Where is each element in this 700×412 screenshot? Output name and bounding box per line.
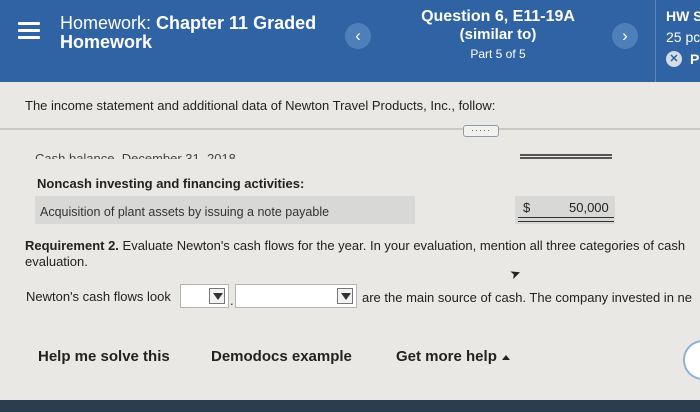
chevron-down-icon[interactable]	[209, 288, 225, 304]
intro-text: The income statement and additional data…	[25, 98, 496, 113]
cash-balance-line: Cash balance, December 31, 2018	[35, 151, 236, 159]
homework-score-label: HW S	[666, 8, 700, 24]
cash-source-select[interactable]	[235, 284, 357, 308]
homework-prefix: Homework:	[60, 13, 157, 33]
get-more-help-label: Get more help	[396, 348, 497, 365]
cash-flow-quality-select[interactable]	[180, 284, 229, 308]
question-part: Part 5 of 5	[470, 47, 526, 61]
previous-question-button[interactable]: ‹	[345, 23, 371, 49]
question-info: Question 6, E11-19A (similar to) Part 5 …	[398, 8, 598, 61]
help-me-solve-button[interactable]: Help me solve this	[38, 348, 170, 365]
chevron-down-icon[interactable]	[337, 288, 353, 304]
answer-separator: .	[230, 293, 234, 308]
answer-tail-text: are the main source of cash. The company…	[362, 290, 693, 305]
next-question-button[interactable]: ›	[612, 23, 638, 49]
question-title: Question 6, E11-19A	[421, 8, 575, 25]
status-icon: ✕	[666, 51, 682, 67]
question-subtitle: (similar to)	[459, 26, 537, 43]
caret-up-icon	[501, 354, 510, 360]
homework-points-label: 25 pc	[666, 29, 700, 45]
currency-symbol: $	[523, 200, 531, 215]
header-divider	[655, 0, 656, 82]
get-more-help-button[interactable]: Get more help	[396, 348, 510, 365]
requirement-body: Evaluate Newton's cash flows for the yea…	[25, 238, 686, 269]
noncash-heading: Noncash investing and financing activiti…	[37, 176, 305, 191]
top-header: Homework: Chapter 11 Graded Homework ‹ Q…	[0, 0, 700, 82]
check-answer-button[interactable]	[683, 340, 700, 380]
section-divider	[0, 128, 700, 130]
acquisition-label: Acquisition of plant assets by issuing a…	[40, 205, 330, 219]
expand-statement-button[interactable]: ·····	[463, 125, 499, 137]
demodocs-example-button[interactable]: Demodocs example	[211, 348, 352, 365]
total-double-rule	[520, 154, 612, 159]
status-letter: P	[690, 51, 700, 67]
requirement-label: Requirement 2.	[25, 238, 119, 253]
menu-icon[interactable]	[18, 22, 40, 40]
amount-double-rule	[518, 217, 614, 222]
answer-lead-text: Newton's cash flows look	[26, 289, 171, 304]
bottom-bar	[0, 400, 700, 412]
acquisition-amount: 50,000	[569, 200, 609, 215]
homework-title: Homework: Chapter 11 Graded Homework	[60, 14, 345, 52]
requirement-text: Requirement 2. Evaluate Newton's cash fl…	[25, 238, 700, 270]
